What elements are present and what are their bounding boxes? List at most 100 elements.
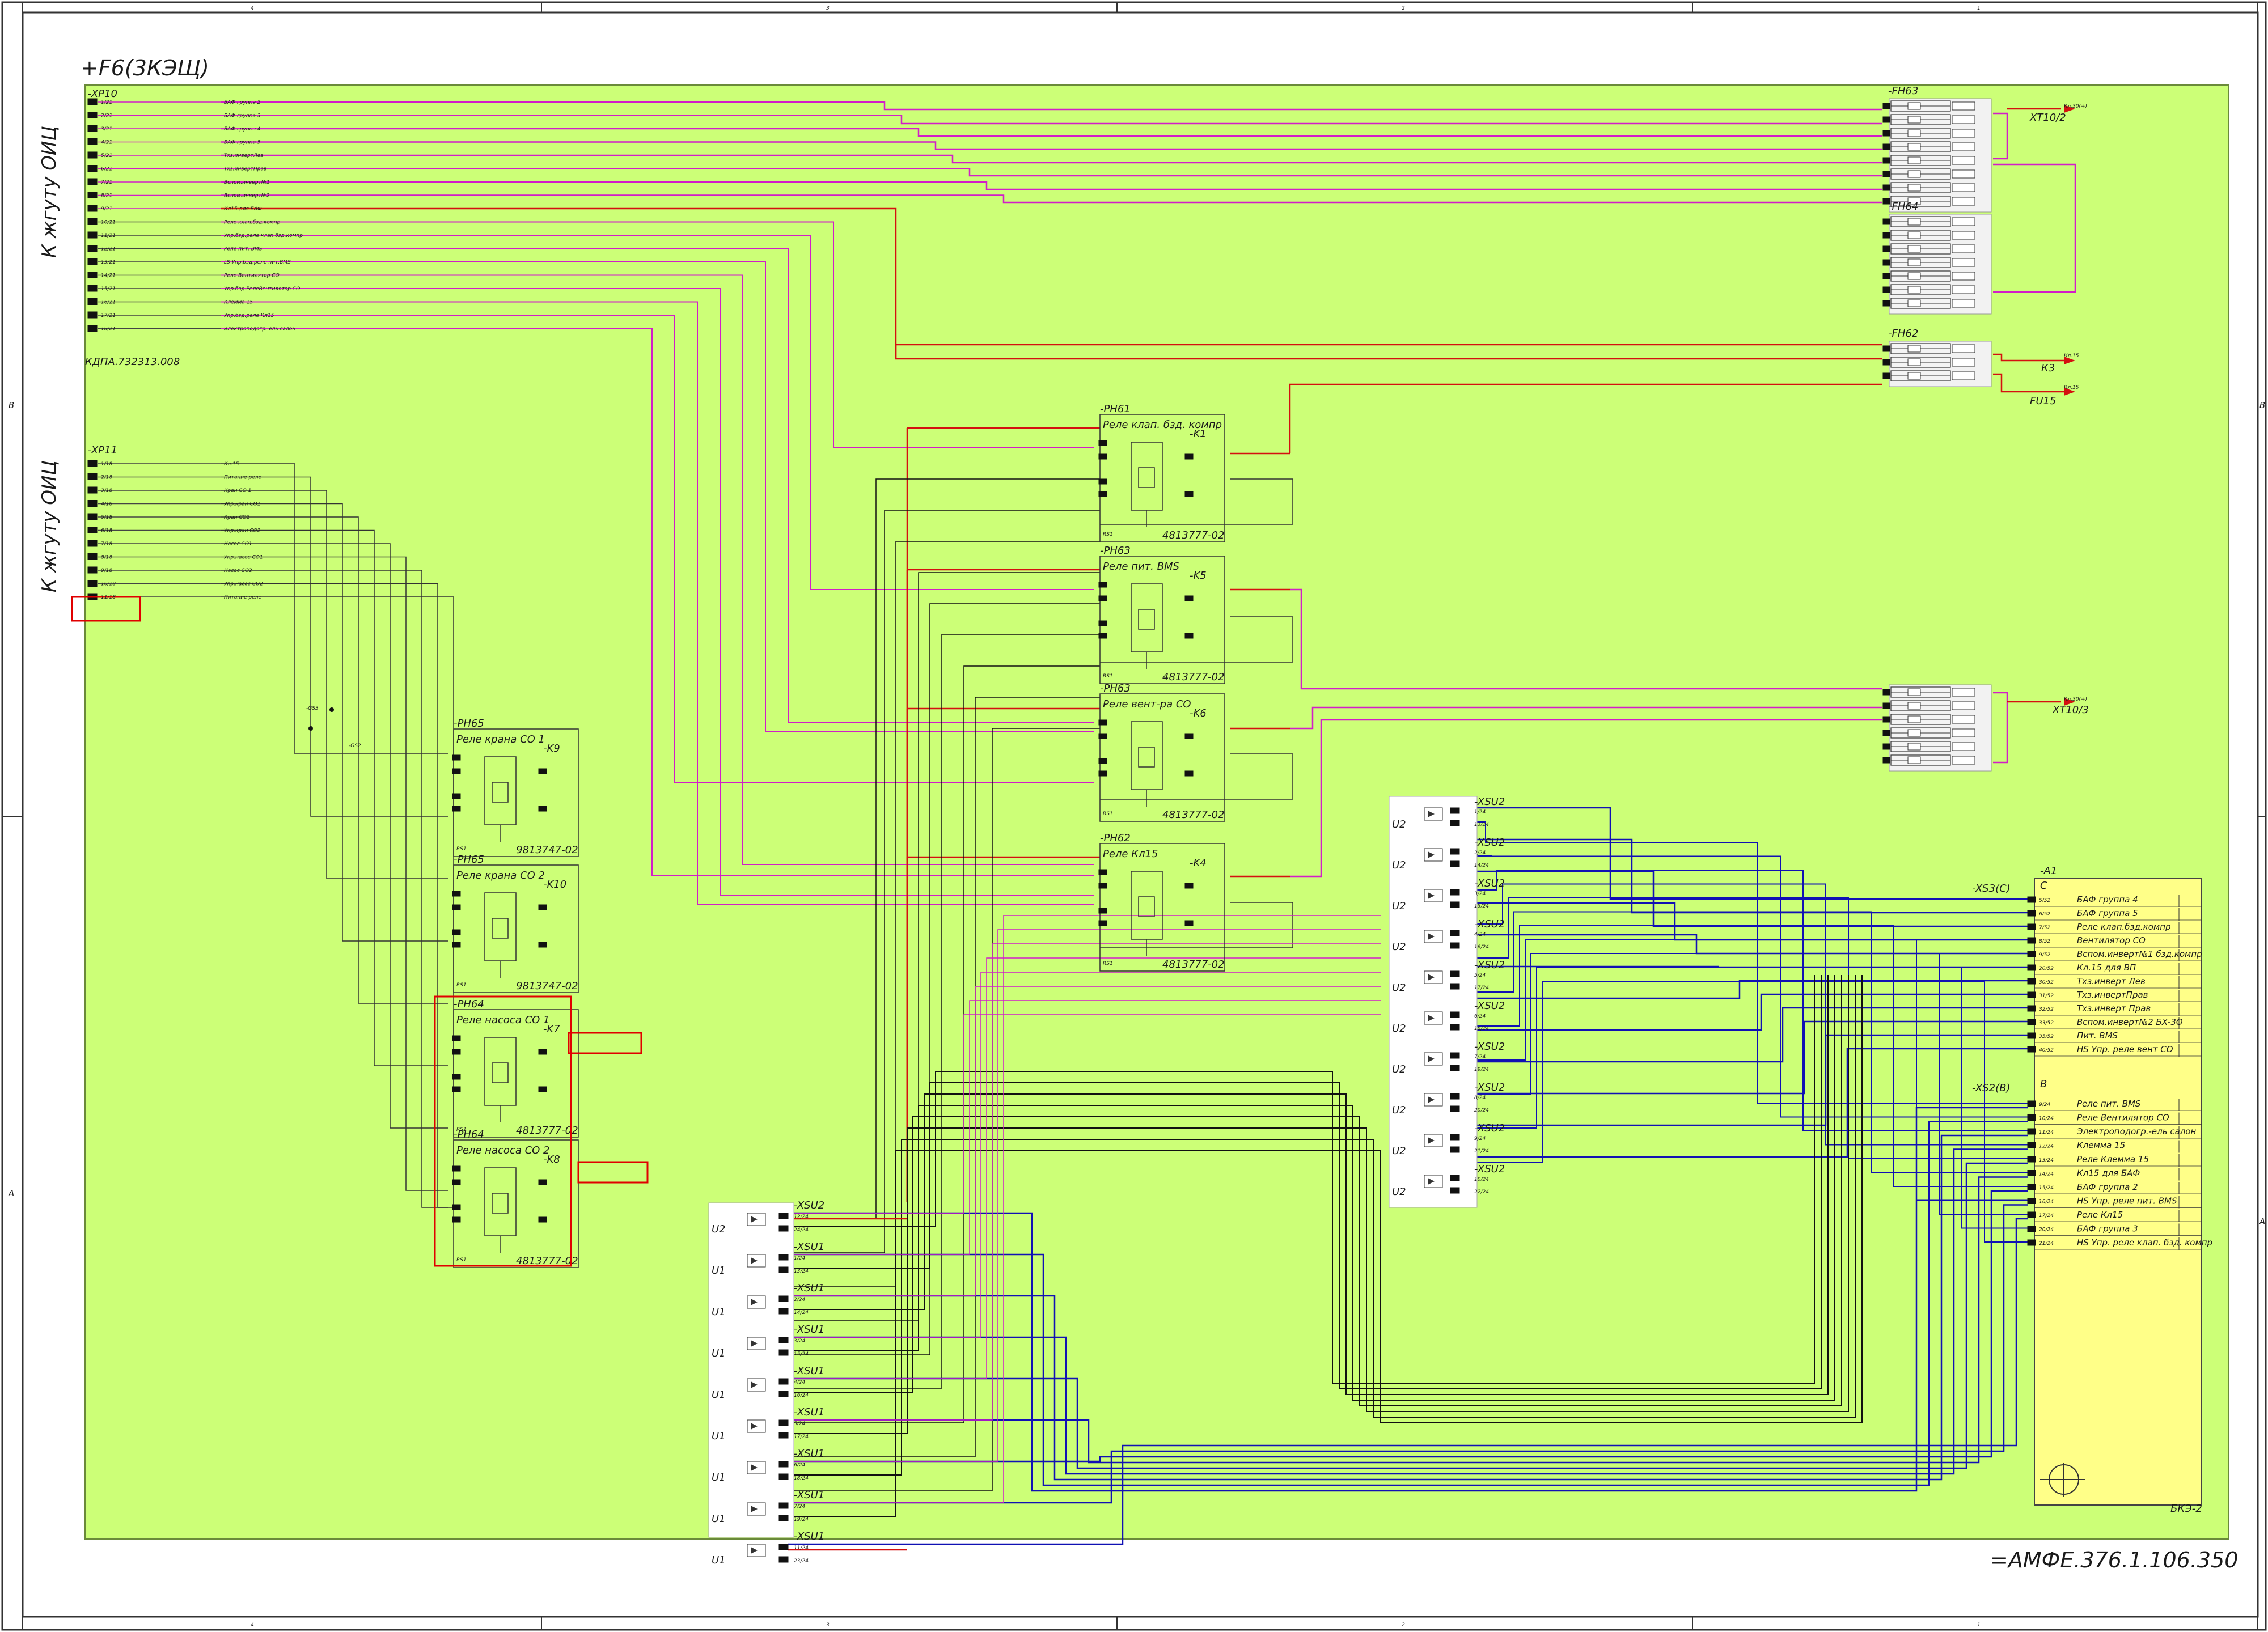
- a1-pin: [2027, 1170, 2036, 1176]
- diode-pin: [778, 1378, 789, 1385]
- diode-label: U1: [712, 1513, 726, 1525]
- fuse-element: [1907, 756, 1921, 764]
- fuse-element: [1907, 345, 1921, 353]
- diode-pin: [778, 1461, 789, 1468]
- fuse-pin: [1882, 359, 1890, 366]
- xsu2-pin: 21/24: [1474, 1148, 1489, 1154]
- xsu-tag: -XSU1: [794, 1531, 824, 1542]
- xp10-pin: [87, 258, 98, 265]
- xp10-signal-label: Упр.бзд.реле Кл15: [224, 313, 274, 319]
- xsu2-tag: -XSU2: [1474, 959, 1505, 971]
- relay-pin: [452, 929, 461, 935]
- fuse-block-tag: -FH64: [1888, 201, 1918, 213]
- xp10-pin-number: 6/21: [101, 167, 112, 172]
- relay-tag: -K8: [543, 1154, 560, 1165]
- xp11-pin: [87, 553, 98, 560]
- a1-signal-label: БАФ группа 4: [2077, 895, 2138, 905]
- fuse-tag: [1952, 358, 1975, 367]
- xp10-pin-number: 18/21: [101, 327, 116, 332]
- relay-tag: -K6: [1190, 707, 1207, 719]
- xsu2-tag: -XSU2: [1474, 918, 1505, 930]
- xp11-pin-number: 8/18: [101, 555, 112, 561]
- a1-pin: [2027, 1019, 2036, 1025]
- a1-pin-number: 15/24: [2039, 1185, 2054, 1191]
- xsu-pin: 23/24: [794, 1558, 809, 1564]
- relay-ref: RS1: [1103, 673, 1113, 679]
- a1-signal-label: HS Упр. реле клап. бзд. компр: [2077, 1237, 2212, 1248]
- a1-pin: [2027, 1100, 2036, 1107]
- xp10-side-label: К жгуту ОИЦ: [38, 126, 61, 258]
- relay-pin: [1098, 883, 1107, 889]
- xsu-tag: -XSU1: [794, 1489, 824, 1501]
- relay-pin: [452, 1086, 461, 1092]
- xp10-pin-number: 14/21: [101, 273, 116, 279]
- a1-pin: [2027, 1239, 2036, 1246]
- diode-pin: [778, 1225, 789, 1232]
- relay-pin: [1184, 491, 1194, 497]
- fuse-element: [1907, 715, 1921, 723]
- xsu-tag: -XSU2: [794, 1199, 824, 1211]
- a1-pin: [2027, 978, 2036, 985]
- xsu2-pin: 10/24: [1474, 1177, 1489, 1182]
- fuse-tag: [1952, 344, 1975, 353]
- diode-pin: [1450, 1052, 1460, 1059]
- diode-pin: [1450, 848, 1460, 855]
- xp10-signal-label: Реле Вентилятор СО: [224, 273, 280, 279]
- xp11-pin-number: 11/18: [101, 595, 116, 600]
- xp10-pin-number: 11/21: [101, 233, 116, 239]
- xsu2-pin: 7/24: [1474, 1054, 1486, 1060]
- xsu2-pin: 20/24: [1474, 1108, 1489, 1113]
- a1-pin-number: 9/52: [2039, 952, 2050, 958]
- fuse-tag: [1952, 715, 1975, 724]
- fuse-element: [1907, 116, 1921, 124]
- fuse-element: [1907, 258, 1921, 266]
- a1-pin: [2027, 923, 2036, 930]
- relay-pin: [452, 793, 461, 799]
- a1-pin: [2027, 937, 2036, 944]
- junction-dot: [308, 726, 313, 731]
- diode-label: U2: [1392, 1063, 1406, 1075]
- relay-pin: [1098, 733, 1107, 739]
- xp10-signal-label: Вспом.инверт№2: [224, 193, 270, 199]
- relay-tag: -K1: [1190, 428, 1207, 440]
- xsu-tag: -XSU1: [794, 1324, 824, 1336]
- kl15-label: Кл.15: [2064, 385, 2079, 391]
- diode-label: U2: [1392, 982, 1406, 994]
- relay-tag: -K10: [543, 879, 566, 891]
- xp10-signal-label: Реле пит. ВМS: [224, 247, 263, 252]
- fuse-pin: [1882, 716, 1890, 723]
- fuse-element: [1907, 372, 1921, 380]
- xp10-signal-label: Упр.бзд.РелеВентилятор СО: [224, 286, 300, 292]
- xp10-pin: [87, 165, 98, 172]
- fuse-pin: [1882, 130, 1890, 137]
- xsu2-pin: 2/24: [1474, 850, 1486, 856]
- relay-title: Реле пит. ВМS: [1103, 561, 1179, 573]
- a1-pin-number: 32/52: [2039, 1007, 2054, 1012]
- relay-pin: [1098, 869, 1107, 875]
- relay-pin: [452, 806, 461, 812]
- relay-pin: [452, 1204, 461, 1210]
- a1-pin-number: 9/24: [2039, 1102, 2050, 1108]
- diode-pin: [778, 1295, 789, 1302]
- relay-pin: [452, 904, 461, 910]
- xp11-signal-label: Упр.насос СО1: [224, 555, 263, 561]
- fuse-pin: [1882, 689, 1890, 696]
- relay-ref: RS1: [1103, 532, 1113, 537]
- a1-pin-number: 10/24: [2039, 1116, 2054, 1122]
- fuse-block-tag: -FH62: [1888, 328, 1918, 340]
- relay-title: Реле крана СО 1: [456, 734, 545, 745]
- diode-pin: [778, 1308, 789, 1315]
- xp11-pin: [87, 580, 98, 587]
- xp10-pin: [87, 218, 98, 225]
- relay-ref: RS1: [456, 1257, 467, 1263]
- diode-pin: [778, 1266, 789, 1273]
- a1-signal-label: Реле Клемма 15: [2077, 1154, 2149, 1164]
- diode-label: U1: [712, 1265, 726, 1277]
- xsu-pin: 4/24: [794, 1380, 805, 1385]
- xp10-pin: [87, 192, 98, 198]
- relay-pin: [538, 1086, 547, 1092]
- relay-tag: -K5: [1190, 570, 1207, 582]
- fuse-tag: [1952, 183, 1975, 192]
- relay-pin: [1098, 920, 1107, 926]
- xp11-signal-label: Насос СО1: [224, 541, 252, 547]
